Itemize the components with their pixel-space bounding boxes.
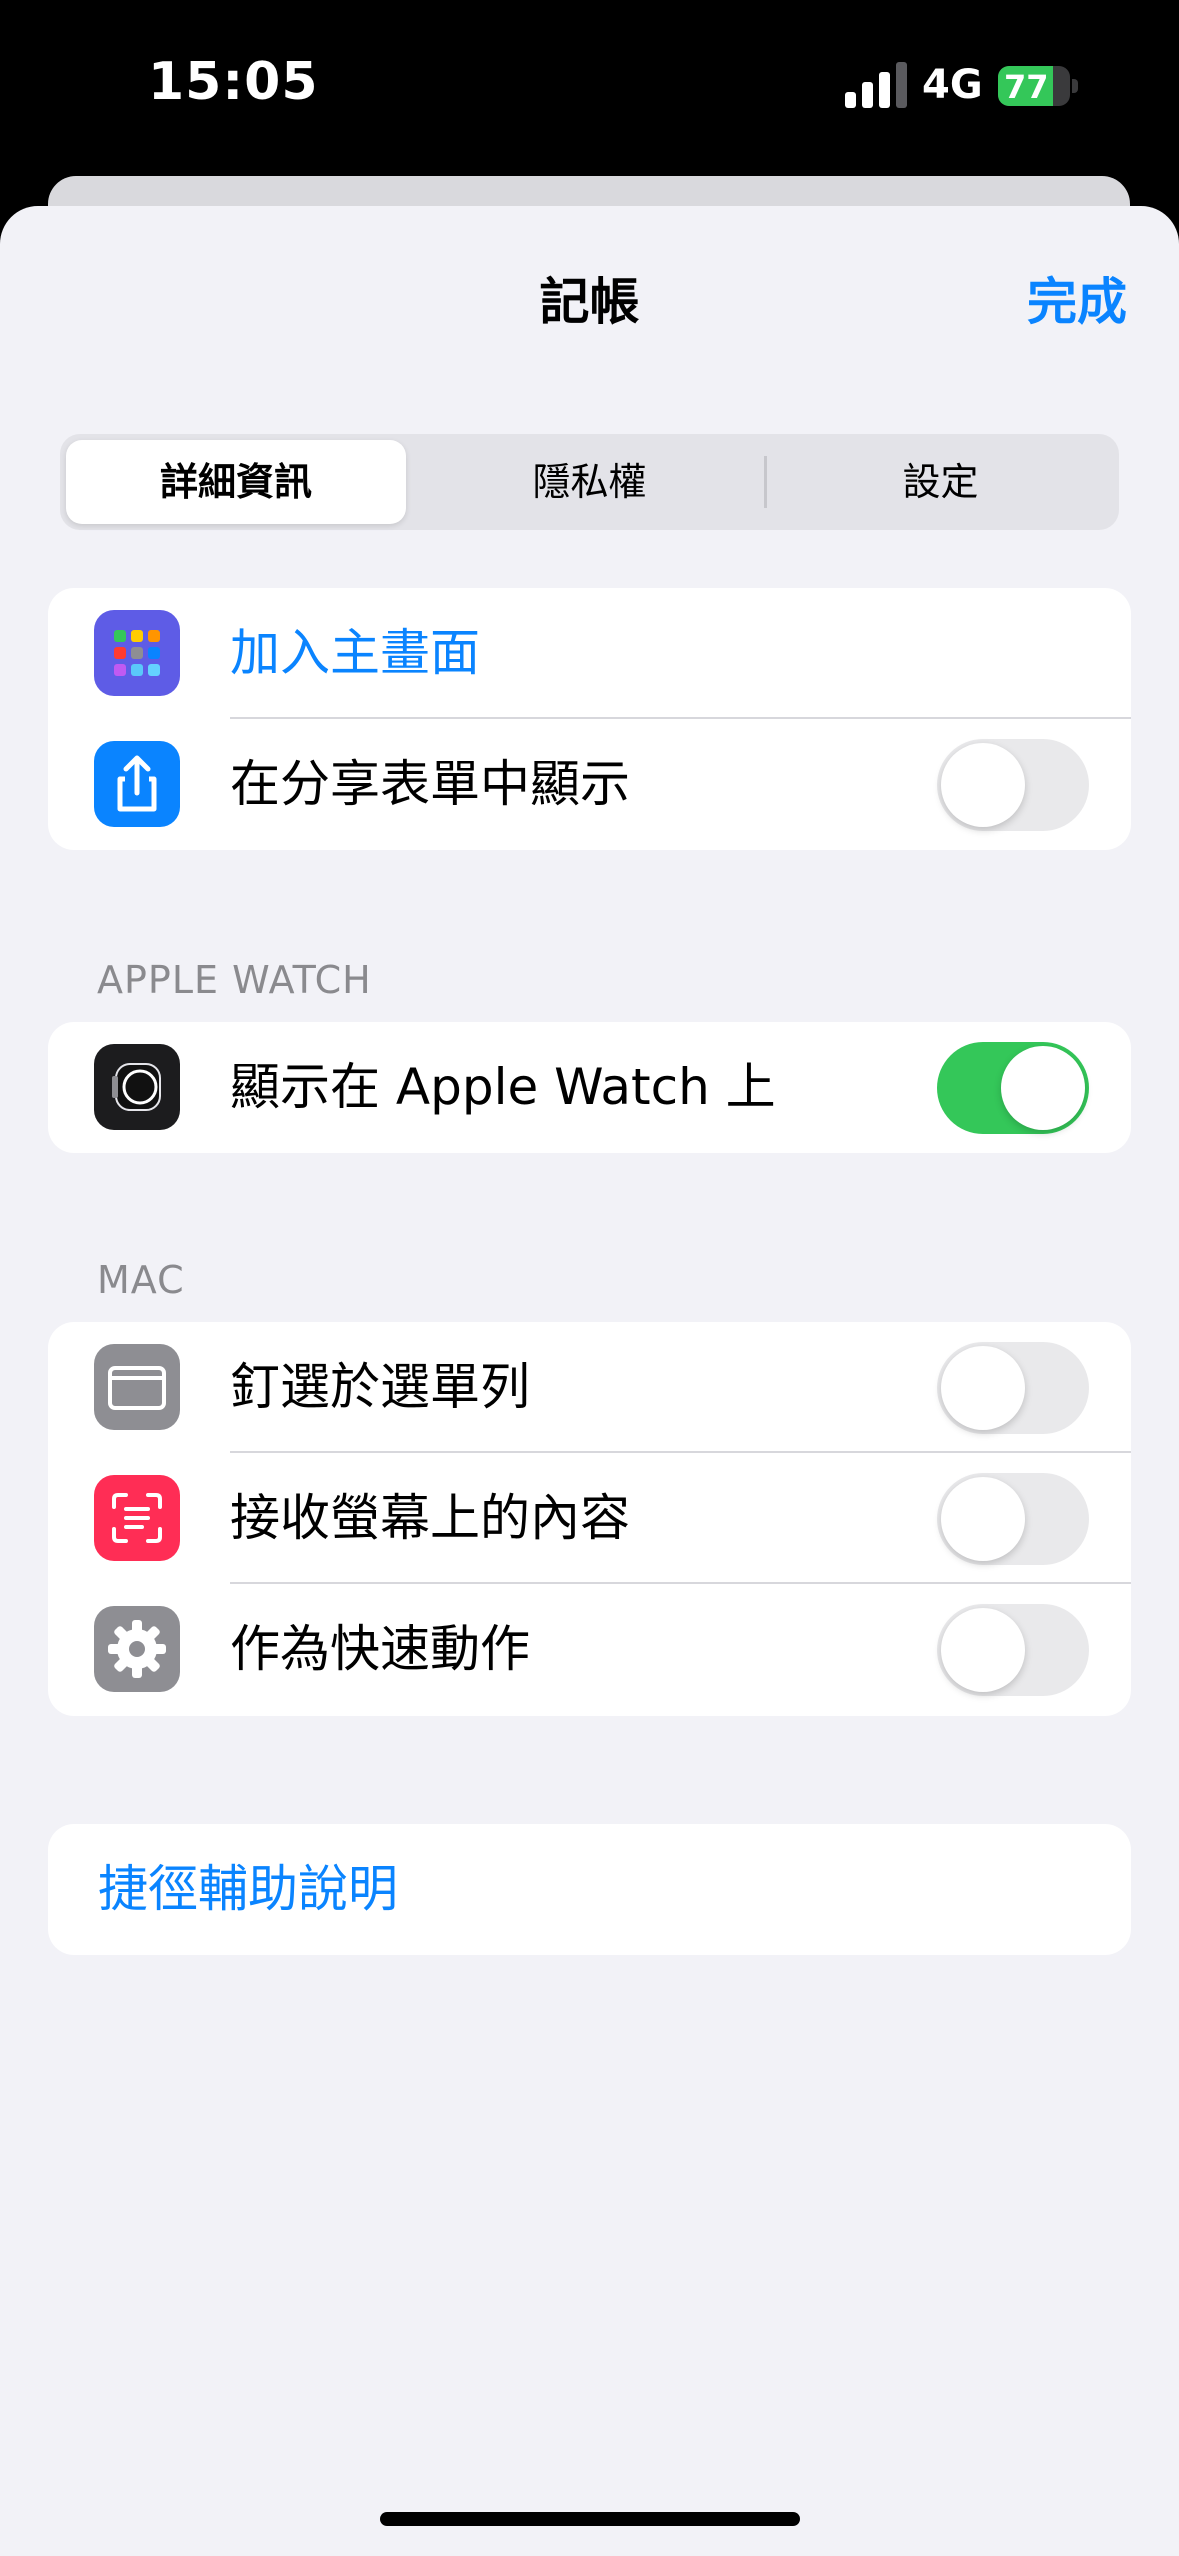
mac-section-header: MAC	[97, 1258, 185, 1302]
quick-action-toggle[interactable]	[937, 1604, 1089, 1696]
segmented-control: 詳細資訊 隱私權 設定	[60, 434, 1119, 530]
help-group: 捷徑輔助說明	[48, 1824, 1131, 1955]
home-indicator[interactable]	[380, 2512, 800, 2526]
apple-watch-toggle[interactable]	[937, 1042, 1089, 1134]
share-icon	[94, 741, 180, 827]
show-in-share-sheet-row: 在分享表單中顯示	[48, 719, 1131, 850]
tab-settings[interactable]: 設定	[768, 440, 1113, 524]
screen-content-toggle[interactable]	[937, 1473, 1089, 1565]
mac-group: 釘選於選單列 接收螢幕上的內容 作為快速動作	[48, 1322, 1131, 1716]
battery-percentage: 77	[1004, 68, 1049, 106]
pin-in-menu-bar-label: 釘選於選單列	[230, 1358, 530, 1416]
pin-in-menu-bar-row: 釘選於選單列	[48, 1322, 1131, 1453]
show-in-share-sheet-label: 在分享表單中顯示	[230, 755, 630, 813]
show-on-apple-watch-label: 顯示在 Apple Watch 上	[230, 1058, 776, 1116]
show-on-apple-watch-row: 顯示在 Apple Watch 上	[48, 1022, 1131, 1153]
gear-icon	[94, 1606, 180, 1692]
apple-watch-icon	[94, 1044, 180, 1130]
page-title: 記帳	[539, 273, 640, 331]
menu-bar-toggle[interactable]	[937, 1342, 1089, 1434]
tab-details[interactable]: 詳細資訊	[66, 440, 406, 524]
add-to-home-screen-label: 加入主畫面	[230, 624, 480, 682]
screen-content-icon	[94, 1475, 180, 1561]
shortcuts-help-link[interactable]: 捷徑輔助說明	[98, 1824, 398, 1955]
status-bar: 15:05 4G 77	[0, 0, 1179, 170]
general-group: 加入主畫面 在分享表單中顯示	[48, 588, 1131, 850]
cellular-signal-icon	[845, 62, 907, 108]
use-as-quick-action-row: 作為快速動作	[48, 1584, 1131, 1715]
battery-icon: 77	[998, 66, 1078, 106]
network-type: 4G	[922, 62, 983, 108]
receive-screen-content-row: 接收螢幕上的內容	[48, 1453, 1131, 1584]
tab-privacy[interactable]: 隱私權	[416, 440, 763, 524]
status-time: 15:05	[148, 52, 319, 112]
segment-divider	[764, 456, 767, 508]
app-grid-icon	[94, 610, 180, 696]
share-sheet-toggle[interactable]	[937, 739, 1089, 831]
apple-watch-group: 顯示在 Apple Watch 上	[48, 1022, 1131, 1153]
receive-screen-content-label: 接收螢幕上的內容	[230, 1489, 630, 1547]
use-as-quick-action-label: 作為快速動作	[230, 1620, 530, 1678]
menu-bar-icon	[94, 1344, 180, 1430]
add-to-home-screen-row[interactable]: 加入主畫面	[48, 588, 1131, 719]
apple-watch-section-header: APPLE WATCH	[97, 958, 372, 1002]
done-button[interactable]: 完成	[1027, 262, 1127, 334]
